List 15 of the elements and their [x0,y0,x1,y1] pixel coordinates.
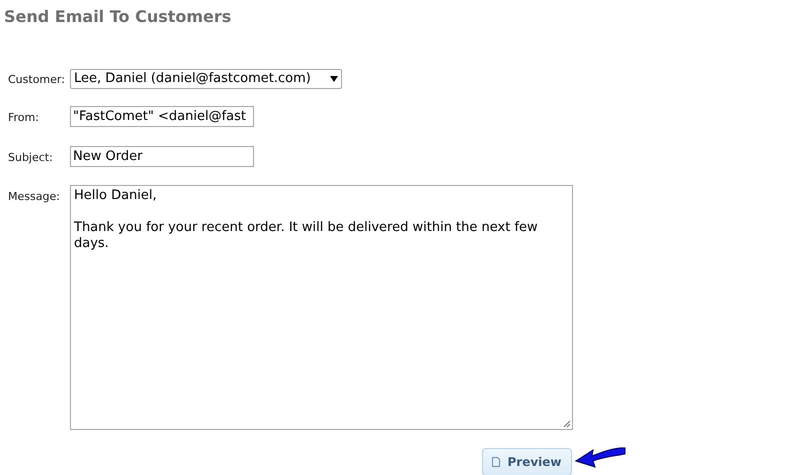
text-field[interactable]: New Order [70,146,254,167]
arrow-icon [575,445,627,469]
document-icon [492,457,500,467]
text-field[interactable]: "FastComet" <daniel@fast [70,106,254,127]
message-field[interactable]: Hello Daniel, Thank you for your recent order. It will be delivered within the next few days. [70,185,573,430]
resize-handle-icon[interactable] [563,420,571,428]
field-label: Customer: [8,72,66,88]
preview-button[interactable]: Preview [482,448,572,475]
customer-select[interactable]: Lee, Daniel (daniel@fastcomet.com) [70,69,342,89]
page-title: Send Email To Customers [4,6,232,28]
field-label: Subject: [8,150,54,166]
field-label: From: [8,110,40,126]
message-text: Hello Daniel, Thank you for your recent order. It will be delivered within the next few days. [74,188,539,251]
field-label: Message: [8,189,61,205]
caret-icon [330,76,338,82]
